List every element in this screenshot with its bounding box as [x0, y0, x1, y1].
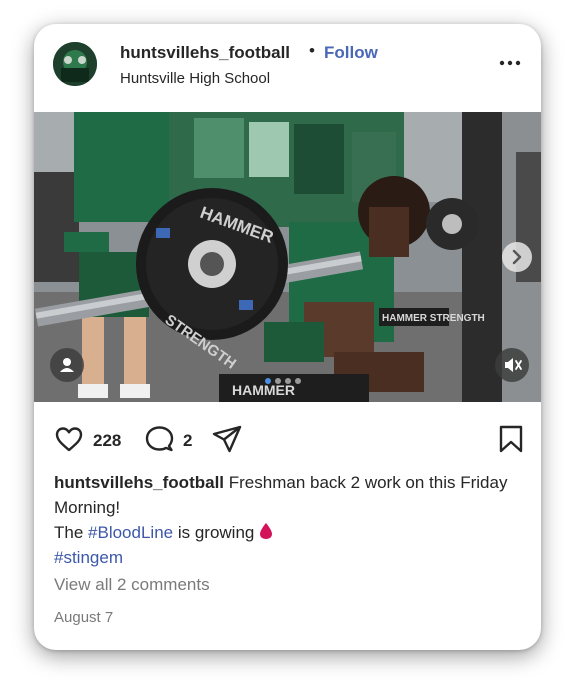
carousel-dot [295, 378, 301, 384]
save-icon[interactable] [494, 422, 528, 461]
next-arrow-icon[interactable] [502, 242, 532, 272]
more-options-icon[interactable] [498, 51, 522, 80]
comment-count[interactable]: 2 [183, 431, 192, 451]
caption-text: The [54, 523, 89, 542]
like-icon[interactable] [52, 422, 86, 461]
mute-icon[interactable] [495, 348, 529, 382]
separator-dot: • [309, 41, 315, 60]
post-photo: HAMMER STRENGTH HAMMER HAMMER STRENGTH [34, 112, 541, 402]
comment-icon[interactable] [142, 422, 176, 461]
hashtag-link[interactable]: #stingem [54, 548, 123, 567]
action-bar: 228 2 [34, 422, 541, 462]
carousel-indicator [265, 371, 305, 389]
carousel-dot [285, 378, 291, 384]
carousel-dot [265, 378, 271, 384]
post-caption: huntsvillehs_football Freshman back 2 wo… [54, 470, 524, 570]
view-comments-link[interactable]: View all 2 comments [54, 575, 210, 595]
share-icon[interactable] [210, 422, 244, 461]
post-date: August 7 [54, 609, 114, 626]
like-count[interactable]: 228 [93, 431, 121, 451]
hashtag-link[interactable]: #BloodLine [88, 523, 173, 542]
post-media[interactable]: HAMMER STRENGTH HAMMER HAMMER STRENGTH [34, 112, 541, 402]
carousel-dot [275, 378, 281, 384]
post-card: huntsvillehs_football • Follow Huntsvill… [34, 24, 541, 650]
blood-drop-icon [259, 523, 273, 542]
post-header: huntsvillehs_football • Follow Huntsvill… [34, 24, 541, 112]
user-tag-icon[interactable] [50, 348, 84, 382]
svg-text:HAMMER STRENGTH: HAMMER STRENGTH [382, 313, 485, 324]
avatar[interactable] [53, 42, 97, 86]
caption-text: is growing [173, 523, 260, 542]
post-location[interactable]: Huntsville High School [120, 70, 270, 87]
follow-button[interactable]: Follow [324, 43, 378, 63]
post-username[interactable]: huntsvillehs_football [120, 43, 290, 63]
caption-username[interactable]: huntsvillehs_football [54, 473, 224, 492]
